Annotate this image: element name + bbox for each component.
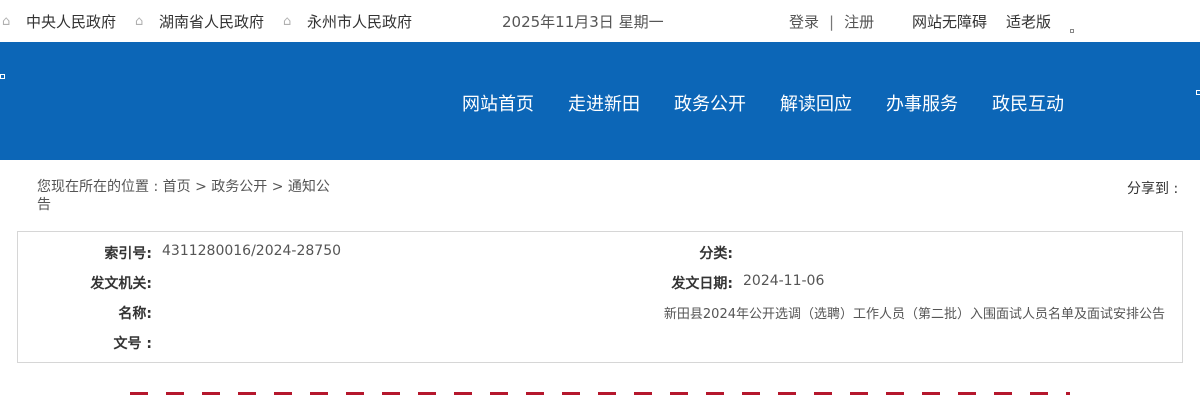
nav-item-interaction[interactable]: 政民互动 xyxy=(992,90,1064,116)
placeholder-box-icon xyxy=(1070,29,1074,33)
share-label: 分享到 : xyxy=(1127,181,1179,197)
yongzhou-government-link[interactable]: ⌂ 永州市人民政府 xyxy=(283,11,412,32)
account-links: 登录 | 注册 xyxy=(789,11,874,32)
nav-edge-marker-right xyxy=(1196,90,1200,95)
article-title-clipped xyxy=(0,388,1200,418)
document-number-label: 文号 : xyxy=(113,336,152,352)
nav-item-interpretation[interactable]: 解读回应 xyxy=(780,90,852,116)
issuing-authority-label: 发文机关: xyxy=(90,276,152,292)
nav-item-about-xintian[interactable]: 走进新田 xyxy=(568,90,640,116)
issue-date-value: 2024-11-06 xyxy=(743,273,825,289)
main-navigation: 网站首页 走进新田 政务公开 解读回应 办事服务 政民互动 xyxy=(0,42,1200,160)
nav-item-services[interactable]: 办事服务 xyxy=(886,90,958,116)
hunan-government-link[interactable]: ⌂ 湖南省人民政府 xyxy=(135,11,264,32)
yongzhou-government-label: 永州市人民政府 xyxy=(307,13,413,31)
document-metadata-table: 索引号: 4311280016/2024-28750 分类: 发文机关: 发文日… xyxy=(17,231,1183,363)
index-number-value: 4311280016/2024-28750 xyxy=(162,243,342,259)
central-government-link[interactable]: ⌂ 中央人民政府 xyxy=(2,11,116,32)
issue-date-label: 发文日期: xyxy=(671,276,733,292)
document-name-label: 名称: xyxy=(118,306,152,322)
nav-item-government-affairs[interactable]: 政务公开 xyxy=(674,90,746,116)
home-icon: ⌂ xyxy=(135,13,144,29)
accessibility-link[interactable]: 网站无障碍 xyxy=(912,11,987,32)
breadcrumb: 您现在所在的位置 : 首页 > 政务公开 > 通知公告 xyxy=(37,179,330,213)
nav-edge-marker-left xyxy=(0,74,5,79)
login-link[interactable]: 登录 xyxy=(789,13,819,31)
login-separator: | xyxy=(829,13,835,31)
hunan-government-label: 湖南省人民政府 xyxy=(159,13,265,31)
article-title-fragment xyxy=(130,392,1070,395)
home-icon: ⌂ xyxy=(283,13,292,29)
document-name-value: 新田县2024年公开选调（选聘）工作人员（第二批）入围面试人员名单及面试安排公告 xyxy=(663,307,1165,322)
home-icon: ⌂ xyxy=(2,13,11,29)
current-date: 2025年11月3日 星期一 xyxy=(502,13,664,31)
category-label: 分类: xyxy=(699,246,733,262)
index-number-label: 索引号: xyxy=(104,246,152,262)
nav-item-home[interactable]: 网站首页 xyxy=(462,90,534,116)
top-utility-bar: ⌂ 中央人民政府 ⌂ 湖南省人民政府 ⌂ 永州市人民政府 2025年11月3日 … xyxy=(0,0,1200,42)
register-link[interactable]: 注册 xyxy=(844,13,874,31)
elderly-mode-link[interactable]: 适老版 xyxy=(1006,11,1051,32)
central-government-label: 中央人民政府 xyxy=(26,13,117,31)
